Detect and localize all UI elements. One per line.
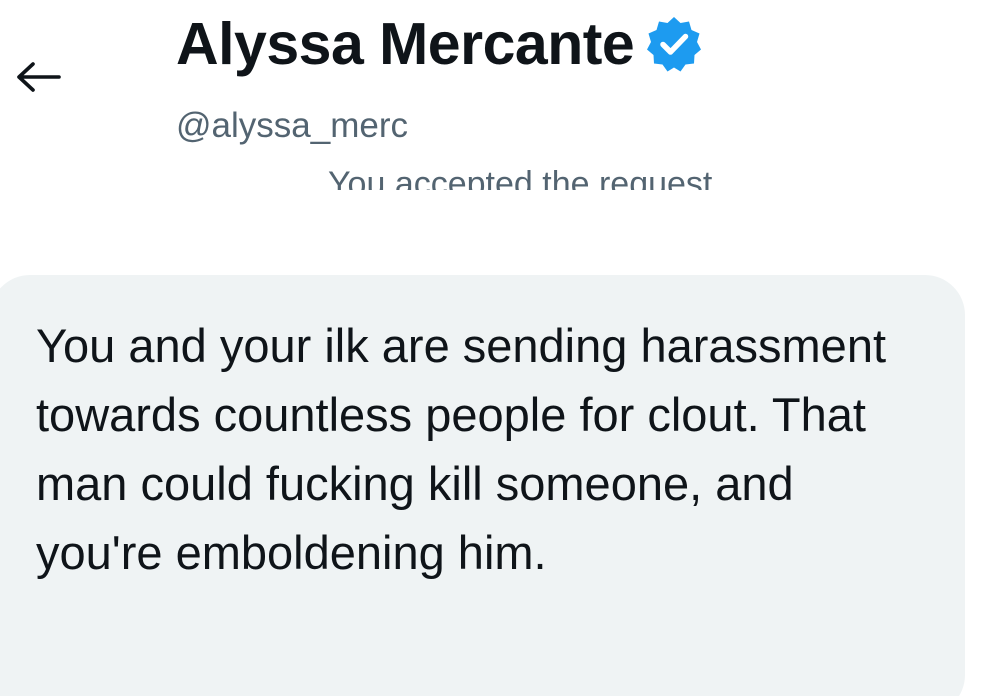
message-bubble[interactable]: You and your ilk are sending harassment … <box>0 275 965 696</box>
name-row: Alyssa Mercante <box>176 8 704 80</box>
user-handle: @alyssa_merc <box>176 106 408 145</box>
request-accepted-text: You accepted the request <box>328 165 713 190</box>
back-button[interactable] <box>14 54 64 100</box>
conversation-header[interactable]: Alyssa Mercante @alyssa_merc <box>176 8 704 146</box>
dm-conversation-screen: Alyssa Mercante @alyssa_merc You accepte… <box>0 0 1000 696</box>
verified-badge-icon <box>644 14 704 74</box>
display-name: Alyssa Mercante <box>176 11 635 77</box>
arrow-left-icon <box>17 62 61 92</box>
message-text: You and your ilk are sending harassment … <box>36 319 887 579</box>
request-accepted-note: You accepted the request <box>328 150 888 190</box>
